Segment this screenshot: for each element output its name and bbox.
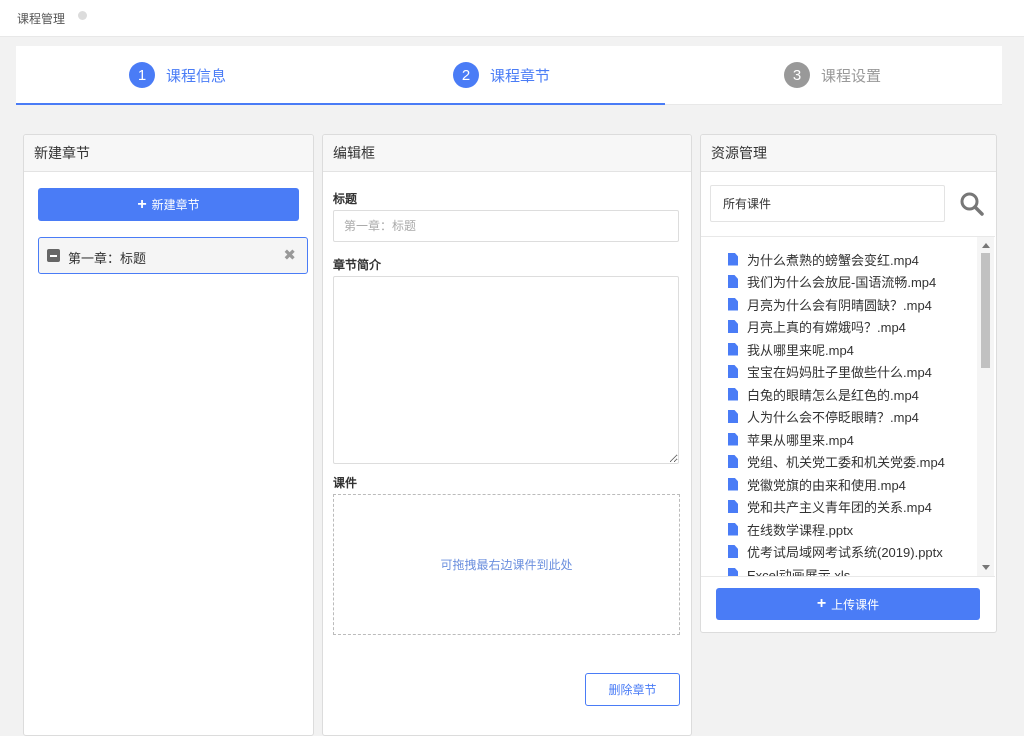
resource-list-scrollbar[interactable]	[977, 237, 994, 576]
resource-search-input[interactable]	[710, 185, 945, 222]
resource-file-name: 我从哪里来呢.mp4	[747, 342, 854, 358]
scroll-up-arrow-icon[interactable]	[982, 243, 990, 248]
file-icon	[728, 567, 738, 576]
intro-field-label: 章节简介	[333, 258, 382, 272]
file-icon	[728, 320, 738, 333]
courseware-drop-zone[interactable]: 可拖拽最右边课件到此处	[333, 494, 680, 635]
chapter-panel: 新建章节 + 新建章节 第一章：标题 ✖	[23, 134, 314, 736]
step-number: 2	[453, 62, 479, 88]
resource-file-name: 月亮为什么会有阴晴圆缺？.mp4	[747, 297, 932, 313]
resource-file-name: 苹果从哪里来.mp4	[747, 432, 854, 448]
resource-file-item[interactable]: 党组、机关党工委和机关党委.mp4	[728, 452, 945, 472]
step-label: 课程章节	[490, 67, 551, 85]
step-label: 课程设置	[821, 67, 882, 85]
resource-file-item[interactable]: 优考试局域网考试系统(2019).pptx	[728, 542, 943, 562]
file-icon	[728, 477, 738, 491]
resource-panel-title: 资源管理	[701, 135, 996, 172]
resource-file-name: Excel动画展示.xls	[747, 567, 851, 577]
step-number: 1	[129, 62, 155, 88]
step-number: 3	[784, 62, 810, 88]
file-icon	[728, 275, 738, 288]
file-icon	[728, 500, 738, 513]
resource-file-item[interactable]: 我们为什么会放屁-国语流畅.mp4	[728, 272, 936, 292]
resource-file-name: 白兔的眼睛怎么是红色的.mp4	[747, 387, 919, 403]
resource-file-item[interactable]: 人为什么会不停眨眼睛？.mp4	[728, 407, 919, 427]
step-progress: 1 课程信息 2 课程章节 3 课程设置	[16, 46, 1002, 105]
resource-file-name: 优考试局域网考试系统(2019).pptx	[747, 545, 943, 560]
delete-chapter-button[interactable]: 删除章节	[585, 673, 680, 706]
file-icon	[728, 455, 738, 468]
scroll-down-arrow-icon[interactable]	[982, 565, 990, 570]
tab-status-dot	[78, 11, 87, 20]
upload-courseware-label: 上传课件	[831, 597, 880, 612]
step-label: 课程信息	[166, 67, 227, 85]
title-field-label: 标题	[333, 192, 358, 206]
search-icon[interactable]	[959, 191, 985, 217]
file-icon	[728, 410, 738, 423]
drop-hint-text: 可拖拽最右边课件到此处	[440, 558, 573, 572]
file-icon	[728, 342, 738, 356]
resource-file-name: 在线数学课程.pptx	[747, 522, 854, 538]
file-icon	[728, 522, 738, 536]
resource-file-item[interactable]: 白兔的眼睛怎么是红色的.mp4	[728, 384, 919, 404]
step-progress-underline	[16, 103, 665, 105]
resource-file-name: 党徽党旗的由来和使用.mp4	[747, 477, 906, 493]
collapse-icon[interactable]	[47, 249, 60, 262]
file-icon	[728, 297, 738, 311]
top-tab-bar: 课程管理	[0, 0, 1024, 37]
courseware-field-label: 课件	[333, 476, 358, 490]
step-course-info[interactable]: 1 课程信息	[129, 62, 226, 88]
tab-course-management[interactable]: 课程管理	[17, 10, 65, 27]
new-chapter-button[interactable]: + 新建章节	[38, 188, 299, 221]
chapter-item-label: 第一章：标题	[68, 251, 147, 266]
resource-file-item[interactable]: 月亮上真的有嫦娥吗？.mp4	[728, 317, 906, 337]
chapter-title-input[interactable]	[333, 210, 679, 242]
plus-icon: +	[816, 595, 827, 612]
editor-panel: 编辑框 标题 章节简介 课件 可拖拽最右边课件到此处 删除章节	[322, 134, 692, 736]
chapter-panel-title: 新建章节	[24, 135, 313, 172]
scrollbar-thumb[interactable]	[981, 253, 990, 368]
resource-file-item[interactable]: 为什么煮熟的螃蟹会变红.mp4	[728, 249, 919, 269]
resource-file-item[interactable]: 月亮为什么会有阴晴圆缺？.mp4	[728, 294, 932, 314]
editor-panel-title: 编辑框	[323, 135, 691, 172]
resource-file-item[interactable]: 党徽党旗的由来和使用.mp4	[728, 474, 906, 494]
resource-file-name: 党组、机关党工委和机关党委.mp4	[747, 455, 945, 470]
resource-file-name: 为什么煮熟的螃蟹会变红.mp4	[747, 252, 919, 268]
chapter-list-item[interactable]: 第一章：标题 ✖	[38, 237, 308, 274]
resource-file-item[interactable]: 苹果从哪里来.mp4	[728, 429, 854, 449]
file-icon	[728, 365, 738, 378]
chapter-intro-textarea[interactable]	[333, 276, 679, 464]
resource-file-name: 月亮上真的有嫦娥吗？.mp4	[747, 320, 906, 335]
step-course-settings[interactable]: 3 课程设置	[784, 62, 881, 88]
resource-file-name: 人为什么会不停眨眼睛？.mp4	[747, 410, 919, 425]
resource-file-item[interactable]: 党和共产主义青年团的关系.mp4	[728, 497, 932, 517]
resource-file-name: 我们为什么会放屁-国语流畅.mp4	[747, 275, 937, 290]
plus-icon: +	[137, 195, 147, 213]
resource-panel: 资源管理 为什么煮熟的螃蟹会变红.mp4 我们为什么会放屁-国语流畅.mp4 月亮为…	[700, 134, 997, 633]
resource-file-list[interactable]: 为什么煮熟的螃蟹会变红.mp4 我们为什么会放屁-国语流畅.mp4 月亮为什么会有阴…	[701, 236, 995, 577]
upload-courseware-button[interactable]: + 上传课件	[716, 588, 980, 620]
resource-file-name: 宝宝在妈妈肚子里做些什么.mp4	[747, 365, 932, 380]
file-icon	[728, 432, 738, 446]
resource-file-item[interactable]: 在线数学课程.pptx	[728, 519, 853, 539]
resource-file-item[interactable]: 宝宝在妈妈肚子里做些什么.mp4	[728, 362, 932, 382]
resource-file-item[interactable]: Excel动画展示.xls	[728, 564, 851, 577]
resource-file-name: 党和共产主义青年团的关系.mp4	[747, 500, 932, 515]
new-chapter-label: 新建章节	[151, 198, 200, 212]
resource-file-item[interactable]: 我从哪里来呢.mp4	[728, 339, 854, 359]
file-icon	[728, 252, 738, 266]
file-icon	[728, 545, 738, 558]
file-icon	[728, 387, 738, 401]
step-course-chapters[interactable]: 2 课程章节	[453, 62, 550, 88]
close-icon[interactable]: ✖	[283, 246, 296, 264]
